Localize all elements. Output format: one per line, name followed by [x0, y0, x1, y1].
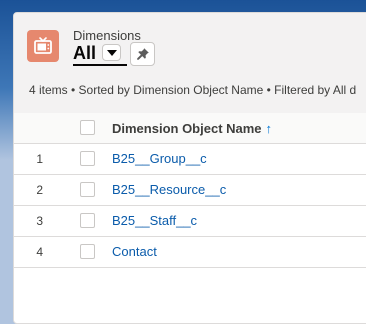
record-link[interactable]: B25__Staff__c	[112, 213, 197, 228]
table-row: 2 B25__Resource__c	[14, 175, 366, 206]
list-view-switcher-button[interactable]	[102, 44, 121, 61]
list-header: Dimensions All 4 items • Sorted by Dimen…	[14, 13, 366, 114]
records-table: Dimension Object Name ↑ 1 B25__Group__c 2…	[14, 113, 366, 268]
table-row: 3 B25__Staff__c	[14, 206, 366, 237]
chevron-down-icon	[107, 50, 117, 56]
list-summary: 4 items • Sorted by Dimension Object Nam…	[29, 83, 357, 97]
column-header-dimension-object-name[interactable]: Dimension Object Name ↑	[112, 121, 272, 136]
row-number: 1	[36, 152, 43, 166]
list-view-underline	[73, 64, 127, 66]
table-header: Dimension Object Name ↑	[14, 113, 366, 144]
row-number: 4	[36, 245, 43, 259]
row-checkbox[interactable]	[80, 244, 95, 259]
row-checkbox[interactable]	[80, 151, 95, 166]
row-number: 3	[36, 214, 43, 228]
row-number: 2	[36, 183, 43, 197]
select-all-checkbox[interactable]	[80, 120, 95, 135]
record-link[interactable]: B25__Resource__c	[112, 182, 226, 197]
pin-icon	[137, 48, 149, 60]
pin-button[interactable]	[130, 42, 155, 66]
list-view-name[interactable]: All	[73, 43, 96, 63]
row-checkbox[interactable]	[80, 213, 95, 228]
sort-ascending-icon: ↑	[265, 121, 273, 136]
record-link[interactable]: Contact	[112, 244, 157, 259]
tv-icon	[27, 30, 59, 62]
table-row: 4 Contact	[14, 237, 366, 268]
list-view-card: Dimensions All 4 items • Sorted by Dimen…	[13, 12, 366, 324]
table-row: 1 B25__Group__c	[14, 144, 366, 175]
column-header-label: Dimension Object Name	[112, 121, 262, 136]
record-link[interactable]: B25__Group__c	[112, 151, 207, 166]
object-label: Dimensions	[73, 28, 141, 43]
row-checkbox[interactable]	[80, 182, 95, 197]
